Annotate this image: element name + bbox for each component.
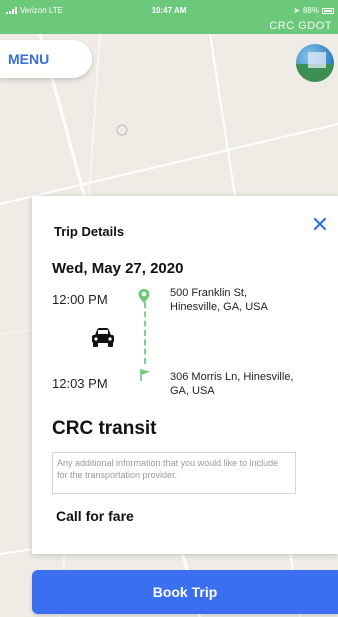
notes-input[interactable]: Any additional information that you woul… [52,452,296,494]
car-icon [90,326,116,353]
provider-name: CRC transit [52,418,157,439]
end-address: 306 Morris Ln, Hinesville, GA, USA [170,371,294,397]
status-bar: Verizon LTE 10:47 AM ➤ 88% CRC GDOT [0,0,338,34]
app-title: CRC GDOT [269,20,332,32]
trip-details-card: Trip Details ✕ Wed, May 27, 2020 12:00 P… [32,196,338,554]
status-right: ➤ 88% [293,6,334,15]
end-time: 12:03 PM [52,376,108,391]
start-address: 500 Franklin St, Hinesville, GA, USA [170,287,268,313]
battery-icon [322,7,334,14]
fare-text: Call for fare [56,508,134,524]
route-line [144,302,146,364]
trip-details-title: Trip Details [54,224,125,239]
battery-percent: 88% [302,6,319,15]
start-time: 12:00 PM [52,292,108,307]
flag-icon [138,368,152,387]
avatar[interactable] [296,44,334,82]
avatar-image [296,52,334,82]
location-icon: ➤ [293,6,300,15]
menu-button[interactable]: MENU [0,40,92,78]
status-time: 10:47 AM [151,6,187,15]
close-icon[interactable]: ✕ [310,214,330,236]
trip-date: Wed, May 27, 2020 [52,260,184,277]
book-trip-button[interactable]: Book Trip [32,570,338,614]
